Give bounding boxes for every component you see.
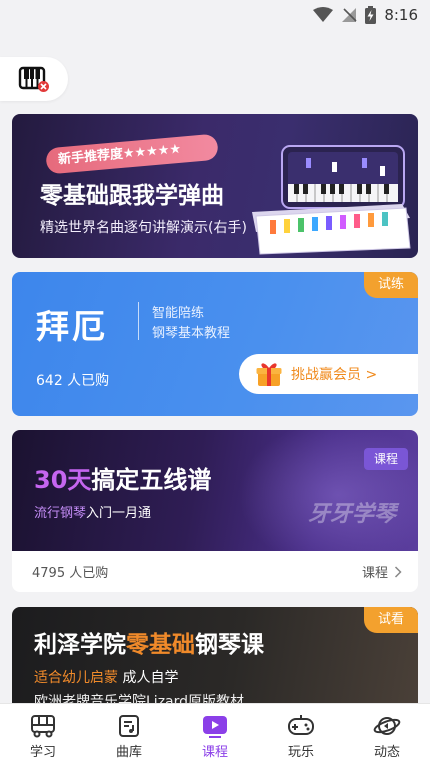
music-library-icon bbox=[119, 715, 139, 737]
electronic-piano-illustration bbox=[252, 145, 411, 255]
card-subtitle: 适合幼儿启蒙 成人自学 bbox=[34, 670, 179, 686]
gamepad-icon bbox=[288, 715, 314, 735]
tab-library[interactable]: 曲库 bbox=[86, 704, 172, 764]
card-footer: 4795 人已购 课程 bbox=[12, 551, 418, 592]
title-divider bbox=[138, 302, 139, 340]
tab-play[interactable]: 玩乐 bbox=[258, 704, 344, 764]
tab-feed[interactable]: 动态 bbox=[344, 704, 430, 764]
tab-label: 学习 bbox=[29, 745, 56, 760]
course-link-label: 课程 bbox=[361, 566, 388, 581]
challenge-label: 挑战赢会员 > bbox=[291, 367, 378, 383]
card-subtitle: 流行钢琴入门一月通 bbox=[34, 506, 152, 521]
recommendation-tag: 新手推荐度★★★★★ bbox=[45, 133, 219, 175]
piano-disconnected-icon bbox=[18, 66, 49, 92]
battery-charging-icon bbox=[365, 6, 377, 24]
card-title: 30天搞定五线谱 bbox=[34, 466, 212, 494]
school-bus-icon bbox=[31, 715, 55, 738]
buyer-count: 4795 人已购 bbox=[32, 566, 109, 581]
clock: 8:16 bbox=[384, 6, 418, 24]
course-banner: 30天搞定五线谱 流行钢琴入门一月通 牙牙学琴 课程 bbox=[12, 430, 418, 551]
card-title: 零基础跟我学弹曲 bbox=[40, 183, 224, 209]
trial-badge: 试练 bbox=[364, 272, 418, 298]
piano-connect-button[interactable] bbox=[0, 57, 68, 101]
status-bar: 8:16 bbox=[0, 0, 430, 30]
preview-badge: 试看 bbox=[364, 607, 418, 633]
wifi-icon bbox=[313, 7, 334, 22]
card-title: 利泽学院零基础钢琴课 bbox=[34, 632, 264, 658]
course-card-staff-notation[interactable]: 30天搞定五线谱 流行钢琴入门一月通 牙牙学琴 课程 4795 人已购 课程 bbox=[12, 430, 418, 592]
course-card-beginner-songs[interactable]: 新手推荐度★★★★★ 零基础跟我学弹曲 精选世界名曲逐句讲解演示(右手) bbox=[12, 114, 418, 258]
challenge-membership-button[interactable]: 挑战赢会员 > bbox=[239, 354, 418, 394]
tab-courses[interactable]: 课程 bbox=[172, 704, 258, 764]
video-course-icon bbox=[203, 716, 227, 738]
card-subtitle: 精选世界名曲逐句讲解演示(右手) bbox=[40, 220, 247, 236]
course-link[interactable]: 课程 bbox=[362, 562, 402, 581]
buyer-count: 642 人已购 bbox=[36, 373, 110, 389]
course-card-lizard-academy[interactable]: 利泽学院零基础钢琴课 试看 适合幼儿启蒙 成人自学 欧洲老牌音乐学院Lizard… bbox=[12, 607, 418, 707]
chevron-right-icon bbox=[394, 565, 402, 578]
tab-study[interactable]: 学习 bbox=[0, 704, 86, 764]
card-desc-line2: 钢琴基本教程 bbox=[152, 326, 231, 341]
course-badge: 课程 bbox=[364, 448, 408, 470]
tab-label: 玩乐 bbox=[287, 745, 314, 760]
no-signal-icon bbox=[342, 8, 357, 22]
card-title: 拜厄 bbox=[36, 307, 108, 346]
bottom-navigation: 学习 曲库 课程 玩乐 动态 bbox=[0, 703, 430, 764]
gift-icon bbox=[256, 363, 282, 386]
course-card-beyer[interactable]: 拜厄 智能陪练 钢琴基本教程 试练 642 人已购 挑战赢会员 > bbox=[12, 272, 418, 416]
watermark-logo: 牙牙学琴 bbox=[308, 502, 397, 527]
tab-label: 课程 bbox=[201, 745, 228, 760]
tab-label: 曲库 bbox=[115, 745, 142, 760]
tab-label: 动态 bbox=[373, 745, 400, 760]
planet-icon bbox=[373, 717, 401, 735]
card-desc-line1: 智能陪练 bbox=[152, 306, 205, 321]
